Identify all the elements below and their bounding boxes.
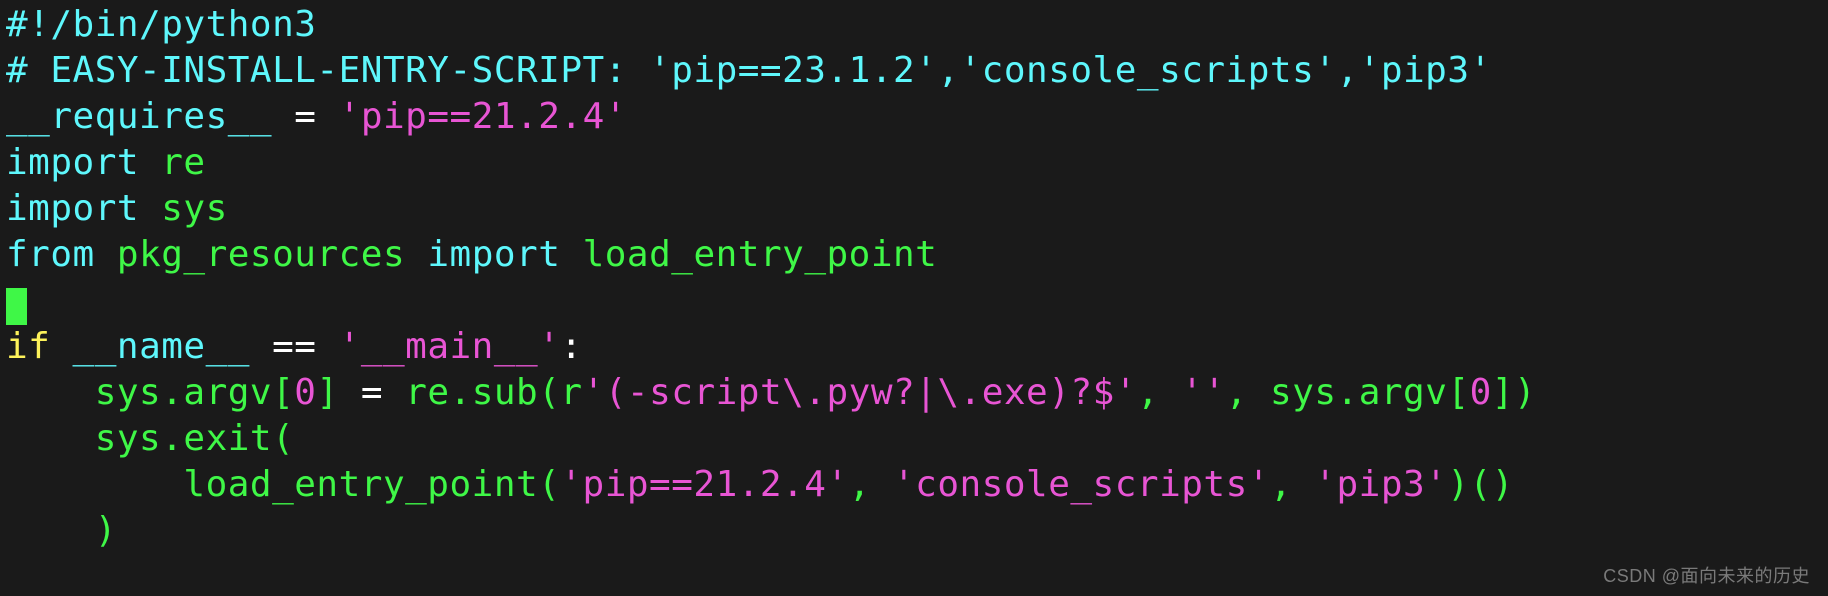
load-entry-point-call: load_entry_point(	[183, 464, 560, 505]
keyword-if: if	[6, 326, 50, 367]
string-literal: ''	[1181, 372, 1225, 413]
comma: ,	[1226, 372, 1270, 413]
string-literal: 'pip==21.2.4'	[560, 464, 848, 505]
comma: ,	[849, 464, 893, 505]
indent	[6, 510, 95, 551]
keyword-import: import	[6, 188, 139, 229]
space	[316, 96, 338, 137]
comment-comma: ,	[1336, 50, 1358, 91]
module-name: re	[161, 142, 205, 183]
assign-op: =	[339, 372, 406, 413]
sys-exit-call: sys.exit(	[95, 418, 295, 459]
sys-argv: sys.argv[	[1270, 372, 1470, 413]
equals-operator: =	[294, 96, 316, 137]
string-literal: '(-script\.pyw?|\.exe)?$'	[583, 372, 1137, 413]
space	[560, 234, 582, 275]
identifier: load_entry_point	[583, 234, 938, 275]
keyword-from: from	[6, 234, 95, 275]
bracket: ])	[1492, 372, 1536, 413]
space	[95, 234, 117, 275]
code-editor[interactable]: #!/bin/python3 # EASY-INSTALL-ENTRY-SCRI…	[0, 0, 1828, 558]
indent	[6, 464, 183, 505]
bracket: ]	[316, 372, 338, 413]
operator-eq: ==	[250, 326, 339, 367]
paren-close: )	[95, 510, 117, 551]
comment-line: # EASY-INSTALL-ENTRY-SCRIPT:	[6, 50, 649, 91]
re-sub-call: re.sub(r	[405, 372, 582, 413]
cursor	[6, 288, 27, 325]
module-name: pkg_resources	[117, 234, 405, 275]
shebang-line: #!/bin/python3	[6, 4, 316, 45]
space	[405, 234, 427, 275]
colon: :	[560, 326, 582, 367]
comment-string: 'pip==23.1.2'	[649, 50, 937, 91]
string-literal: '__main__'	[339, 326, 561, 367]
number-literal: 0	[294, 372, 316, 413]
comment-string: 'pip3'	[1359, 50, 1492, 91]
number-literal: 0	[1470, 372, 1492, 413]
comma: ,	[1137, 372, 1181, 413]
keyword-import: import	[6, 142, 139, 183]
string-literal: 'pip3'	[1314, 464, 1447, 505]
watermark-text: CSDN @面向未来的历史	[1603, 562, 1810, 588]
dunder-requires: __requires__	[6, 96, 272, 137]
space	[272, 96, 294, 137]
keyword-import: import	[427, 234, 560, 275]
module-name: sys	[161, 188, 228, 229]
indent	[6, 418, 95, 459]
comma: ,	[1270, 464, 1314, 505]
sys-argv: sys.argv[	[95, 372, 295, 413]
comment-comma: ,	[937, 50, 959, 91]
space	[139, 188, 161, 229]
dunder-name: __name__	[73, 326, 250, 367]
comment-string: 'console_scripts'	[960, 50, 1337, 91]
space	[139, 142, 161, 183]
space	[50, 326, 72, 367]
indent	[6, 372, 95, 413]
string-literal: 'console_scripts'	[893, 464, 1270, 505]
string-literal: 'pip==21.2.4'	[339, 96, 627, 137]
paren-close-call: )()	[1447, 464, 1514, 505]
